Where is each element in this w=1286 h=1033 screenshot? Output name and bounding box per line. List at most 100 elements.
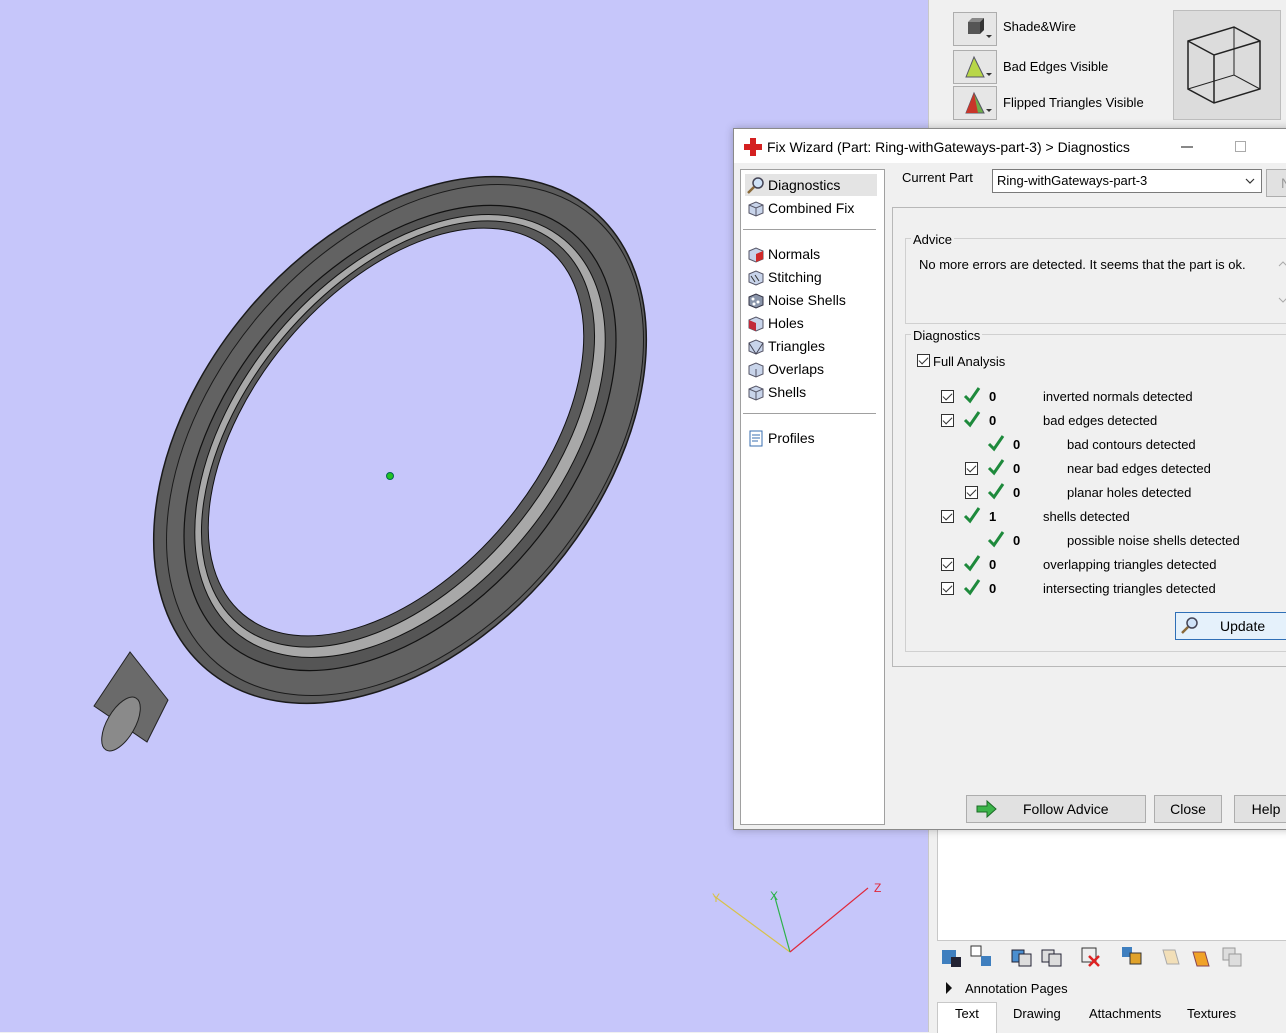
axis-z-label: Z	[874, 881, 881, 895]
shells-icon	[748, 385, 764, 401]
advice-label: Advice	[911, 232, 955, 247]
duplicate-part-icon[interactable]	[1039, 944, 1063, 968]
advice-scrollbar[interactable]	[1275, 256, 1286, 308]
row-label: inverted normals detected	[1043, 389, 1193, 404]
page-label-icon[interactable]	[1189, 944, 1213, 968]
magnifier-icon	[1181, 617, 1198, 634]
nav-divider	[743, 413, 876, 414]
close-label: Close	[1170, 801, 1206, 817]
check-icon	[963, 387, 981, 404]
full-analysis-label: Full Analysis	[933, 354, 1006, 369]
current-part-label: Current Part	[902, 170, 973, 185]
nav-item-normals[interactable]: Normals	[745, 243, 877, 265]
check-icon	[987, 483, 1005, 500]
page-disabled-icon[interactable]	[1159, 944, 1183, 968]
full-analysis-checkbox[interactable]	[917, 354, 930, 367]
row-count: 0	[989, 557, 997, 572]
row-checkbox[interactable]	[941, 414, 954, 427]
check-icon	[987, 531, 1005, 548]
row-checkbox[interactable]	[965, 486, 978, 499]
chevron-down-icon	[1245, 178, 1255, 184]
tab-text[interactable]: Text	[955, 1006, 979, 1021]
close-button[interactable]: Close	[1154, 795, 1222, 823]
next-label: N	[1281, 175, 1286, 191]
update-button[interactable]: Update	[1175, 612, 1286, 640]
flipped-triangles-label: Flipped Triangles Visible	[1003, 95, 1144, 110]
row-checkbox[interactable]	[941, 510, 954, 523]
nav-label: Holes	[768, 315, 804, 331]
nav-label: Combined Fix	[768, 200, 855, 216]
row-checkbox[interactable]	[965, 462, 978, 475]
dialog-titlebar[interactable]: Fix Wizard (Part: Ring-withGateways-part…	[734, 129, 1286, 163]
nav-item-combined-fix[interactable]: Combined Fix	[745, 197, 877, 219]
add-part-icon[interactable]	[939, 944, 963, 968]
toolbar-icons	[937, 942, 1286, 972]
bad-edges-icon	[965, 55, 992, 78]
minimize-icon[interactable]	[1180, 140, 1194, 154]
nav-item-noise-shells[interactable]: Noise Shells	[745, 289, 877, 311]
check-icon	[987, 435, 1005, 452]
row-label: bad contours detected	[1067, 437, 1196, 452]
row-count: 0	[1013, 533, 1021, 548]
nav-divider	[743, 229, 876, 230]
part-list[interactable]	[937, 828, 1286, 941]
nav-label: Stitching	[768, 269, 822, 285]
view-cube-icon	[1187, 26, 1261, 104]
copy-part-icon[interactable]	[1009, 944, 1033, 968]
row-count: 0	[1013, 485, 1021, 500]
row-count: 0	[1013, 461, 1021, 476]
annotation-pages-header[interactable]: Annotation Pages	[937, 976, 1286, 1000]
diagnostics-label: Diagnostics	[911, 328, 983, 343]
axis-gizmo: Y X Z	[712, 881, 881, 953]
row-count: 0	[989, 581, 997, 596]
row-checkbox[interactable]	[941, 582, 954, 595]
nav-item-triangles[interactable]: Triangles	[745, 335, 877, 357]
nav-item-holes[interactable]: Holes	[745, 312, 877, 334]
triangles-icon	[748, 339, 764, 355]
dialog-title: Fix Wizard (Part: Ring-withGateways-part…	[767, 139, 1130, 155]
annotation-pages-label: Annotation Pages	[965, 981, 1068, 996]
nav-label: Shells	[768, 384, 807, 400]
row-checkbox[interactable]	[941, 390, 954, 403]
help-button[interactable]: Help	[1234, 795, 1286, 823]
expand-arrow-icon	[946, 982, 952, 994]
row-count: 0	[989, 413, 997, 428]
cube-icon	[748, 201, 764, 217]
delete-part-icon[interactable]	[1079, 944, 1103, 968]
current-part-value: Ring-withGateways-part-3	[997, 173, 1148, 188]
tab-attachments[interactable]: Attachments	[1089, 1006, 1161, 1021]
merge-parts-icon[interactable]	[1119, 944, 1143, 968]
row-checkbox[interactable]	[941, 558, 954, 571]
advice-group	[905, 238, 1286, 324]
normals-icon	[748, 247, 764, 263]
flipped-triangles-button[interactable]	[953, 86, 997, 120]
nav-item-shells[interactable]: Shells	[745, 381, 877, 403]
select-parts-icon[interactable]	[969, 944, 993, 968]
tab-textures[interactable]: Textures	[1187, 1006, 1236, 1021]
bad-edges-label: Bad Edges Visible	[1003, 59, 1109, 74]
wizard-nav: Diagnostics Combined Fix Normals Stitchi…	[740, 169, 885, 825]
shade-wire-button[interactable]	[953, 12, 997, 46]
nav-label: Noise Shells	[768, 292, 846, 308]
check-icon	[963, 411, 981, 428]
nav-item-overlaps[interactable]: Overlaps	[745, 358, 877, 380]
next-button[interactable]: N	[1266, 169, 1286, 197]
axis-y-label: Y	[712, 891, 720, 905]
nav-label: Profiles	[768, 430, 815, 446]
row-count: 1	[989, 509, 997, 524]
current-part-select[interactable]: Ring-withGateways-part-3	[992, 169, 1262, 193]
page-multi-icon[interactable]	[1219, 944, 1243, 968]
maximize-icon[interactable]	[1234, 140, 1248, 154]
nav-item-diagnostics[interactable]: Diagnostics	[745, 174, 877, 196]
bottom-tabs: Text Drawing Attachments Textures	[937, 1002, 1286, 1033]
nav-item-stitching[interactable]: Stitching	[745, 266, 877, 288]
bad-edges-button[interactable]	[953, 50, 997, 84]
row-label: planar holes detected	[1067, 485, 1192, 500]
row-label: bad edges detected	[1043, 413, 1158, 428]
tab-drawing[interactable]: Drawing	[1013, 1006, 1061, 1021]
view-cube[interactable]	[1173, 10, 1281, 120]
nav-item-profiles[interactable]: Profiles	[745, 427, 877, 449]
follow-advice-button[interactable]: Follow Advice	[966, 795, 1146, 823]
row-label: possible noise shells detected	[1067, 533, 1240, 548]
check-icon	[963, 555, 981, 572]
